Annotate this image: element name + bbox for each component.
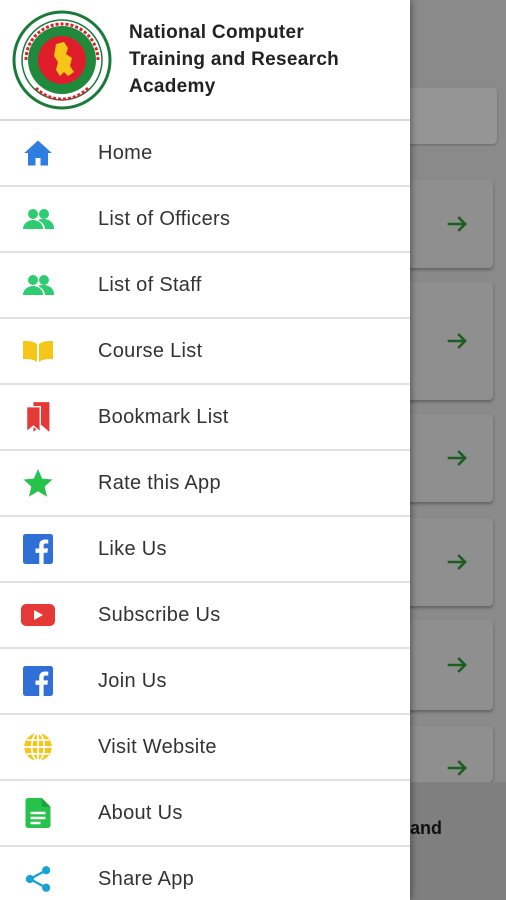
menu-item-label: Join Us: [98, 669, 167, 692]
bookmark-icon: [21, 400, 55, 434]
menu-item-label: Home: [98, 141, 153, 164]
menu-item-label: Bookmark List: [98, 405, 229, 428]
menu-item-share-app[interactable]: Share App: [0, 847, 410, 900]
arrow-right-icon: [447, 657, 467, 673]
menu-item-join-us[interactable]: Join Us: [0, 649, 410, 715]
menu-item-label: About Us: [98, 801, 183, 824]
book-icon: [21, 334, 55, 368]
menu-item-label: Rate this App: [98, 471, 221, 494]
menu-item-label: List of Officers: [98, 207, 231, 230]
menu-item-like-us[interactable]: Like Us: [0, 517, 410, 583]
menu-item-subscribe-us[interactable]: Subscribe Us: [0, 583, 410, 649]
navigation-drawer: National Computer Training and Research …: [0, 0, 410, 900]
menu-item-label: Subscribe Us: [98, 603, 221, 626]
background-footer-text: and: [410, 818, 443, 838]
menu-item-about-us[interactable]: About Us: [0, 781, 410, 847]
menu-item-label: List of Staff: [98, 273, 202, 296]
organization-name-line: Academy: [129, 76, 216, 97]
menu-item-label: Course List: [98, 339, 203, 362]
menu-item-list-of-officers[interactable]: List of Officers: [0, 187, 410, 253]
arrow-right-icon: [447, 333, 467, 349]
menu-item-label: Like Us: [98, 537, 167, 560]
arrow-right-icon: [447, 450, 467, 466]
menu-item-course-list[interactable]: Course List: [0, 319, 410, 385]
organization-name: National Computer Training and Research …: [129, 19, 339, 100]
menu-item-label: Visit Website: [98, 735, 217, 758]
people-icon: [21, 268, 55, 302]
background-footer: [410, 782, 506, 900]
arrow-right-icon: [447, 216, 467, 232]
star-icon: [21, 466, 55, 500]
menu-item-rate-this-app[interactable]: Rate this App: [0, 451, 410, 517]
share-icon: [21, 862, 55, 896]
drawer-header: National Computer Training and Research …: [0, 0, 410, 121]
youtube-icon: [21, 598, 55, 632]
document-icon: [21, 796, 55, 830]
organization-name-line: Training and Research: [129, 49, 340, 70]
government-seal-logo: [12, 10, 112, 109]
menu-item-bookmark-list[interactable]: Bookmark List: [0, 385, 410, 451]
menu-item-label: Share App: [98, 867, 195, 890]
facebook-icon: [21, 532, 55, 566]
globe-icon: [21, 730, 55, 764]
arrow-right-icon: [447, 760, 467, 776]
arrow-right-icon: [447, 554, 467, 570]
menu-item-visit-website[interactable]: Visit Website: [0, 715, 410, 781]
background-search-bar: [395, 88, 497, 144]
facebook-icon: [21, 664, 55, 698]
people-icon: [21, 202, 55, 236]
organization-name-line: National Computer: [129, 22, 305, 43]
home-icon: [21, 136, 55, 170]
menu-item-home[interactable]: Home: [0, 121, 410, 187]
menu-item-list-of-staff[interactable]: List of Staff: [0, 253, 410, 319]
